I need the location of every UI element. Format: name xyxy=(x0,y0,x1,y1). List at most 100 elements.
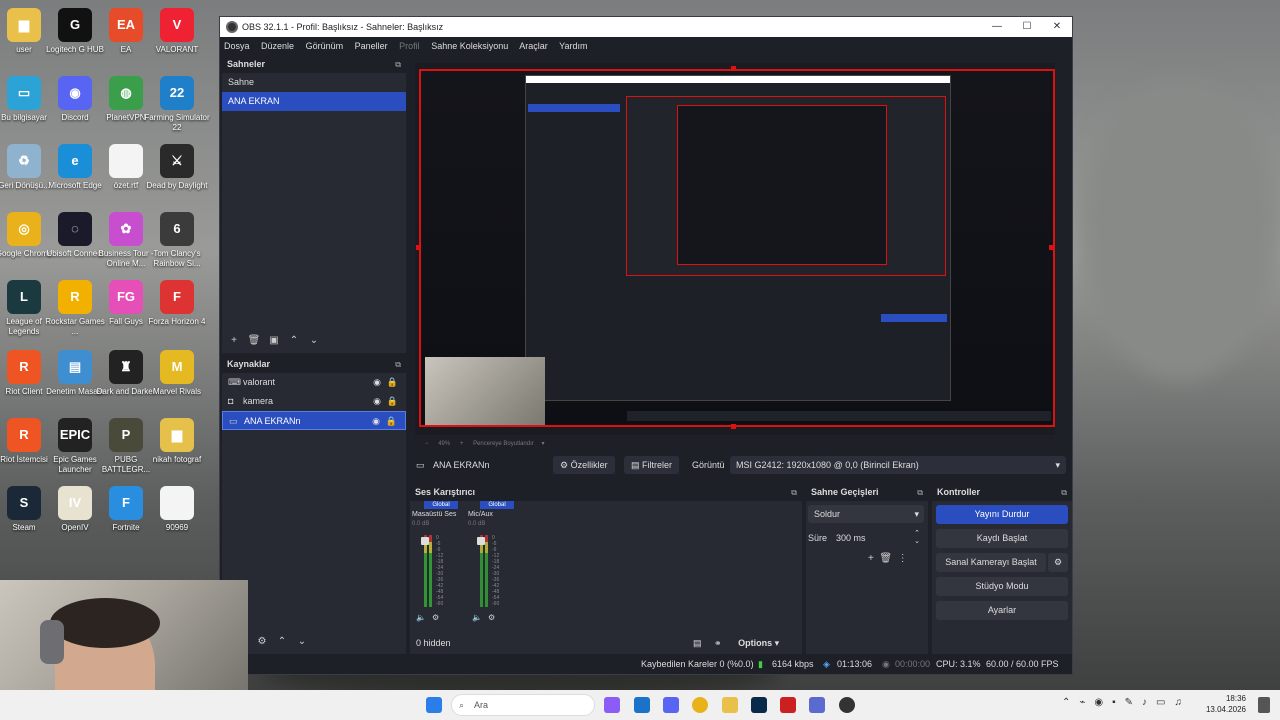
dock-float-icon[interactable]: ⧉ xyxy=(395,56,401,74)
more-options-icon[interactable]: ⋮ xyxy=(898,553,908,564)
explorer-taskbar-icon[interactable] xyxy=(722,697,738,713)
start-virtual-camera-button[interactable]: Sanal Kamerayı Başlat xyxy=(936,553,1046,572)
dock-float-icon[interactable]: ⧉ xyxy=(395,356,401,374)
preview-area[interactable] xyxy=(415,63,1055,435)
volume-slider[interactable] xyxy=(421,537,429,545)
discord-taskbar-icon[interactable] xyxy=(663,697,679,713)
teams-taskbar-icon[interactable] xyxy=(809,697,825,713)
obs-taskbar-icon[interactable] xyxy=(839,697,855,713)
photoshop-taskbar-icon[interactable] xyxy=(751,697,767,713)
start-recording-button[interactable]: Kaydı Başlat xyxy=(936,529,1068,548)
resize-handle[interactable] xyxy=(416,245,421,250)
visibility-eye-icon[interactable]: ◉ xyxy=(373,373,381,392)
menu-araclar[interactable]: Araçlar xyxy=(519,41,548,51)
zoom-in-icon[interactable]: + xyxy=(460,441,464,447)
mixer-link-icon[interactable]: ⚭ xyxy=(714,638,722,648)
lock-icon[interactable]: 🔒 xyxy=(387,392,398,411)
add-scene-icon[interactable]: + xyxy=(224,331,244,351)
source-item-selected[interactable]: ▭ ANA EKRANn ◉ 🔒 xyxy=(222,411,406,430)
audio-settings-icon[interactable]: ⚙ xyxy=(432,613,439,622)
desktop-icon-label: Discord xyxy=(61,113,89,122)
add-transition-icon[interactable]: + xyxy=(868,553,874,564)
resize-handle[interactable] xyxy=(731,424,736,429)
notifications-icon[interactable] xyxy=(1258,697,1270,713)
studio-mode-button[interactable]: Stüdyo Modu xyxy=(936,577,1068,596)
minimize-button[interactable]: — xyxy=(982,17,1012,37)
close-button[interactable]: ✕ xyxy=(1042,17,1072,37)
desktop-icon-valorant[interactable]: V VALORANT xyxy=(144,8,210,55)
audio-settings-icon[interactable]: ⚙ xyxy=(488,613,495,622)
zoom-out-icon[interactable]: − xyxy=(425,441,429,447)
mixer-layout-icon[interactable]: ▤ xyxy=(693,638,702,648)
display-value: MSI G2412: 1920x1080 @ 0,0 (Birincil Ekr… xyxy=(736,460,919,470)
filters-label: Filtreler xyxy=(642,460,673,470)
virtual-camera-settings-button[interactable]: ⚙ xyxy=(1048,553,1068,572)
maximize-button[interactable]: ☐ xyxy=(1012,17,1042,37)
resize-handle[interactable] xyxy=(1049,245,1054,250)
desktop-icon-farming-simulator[interactable]: 22 Farming Simulator 22 xyxy=(144,76,210,133)
menu-paneller[interactable]: Paneller xyxy=(355,41,388,51)
copilot-icon[interactable] xyxy=(604,697,620,713)
desktop-icon-dead-by-daylight[interactable]: ⚔ Dead by Daylight xyxy=(144,144,210,191)
chevron-down-icon[interactable]: ▾ xyxy=(775,638,780,648)
spin-down-icon[interactable]: ⌄ xyxy=(914,533,920,551)
start-icon[interactable] xyxy=(426,697,442,713)
clock[interactable]: 18:36 13.04.2026 xyxy=(1206,693,1246,715)
desktop-icon-nikah-fotograf[interactable]: ▆ nikah fotograf xyxy=(144,418,210,465)
dock-float-icon[interactable]: ⧉ xyxy=(791,484,797,502)
desktop-icon-forza-horizon[interactable]: F Forza Horizon 4 xyxy=(144,280,210,327)
move-up-icon[interactable]: ⌃ xyxy=(284,331,304,351)
fall-guys-icon: FG xyxy=(109,280,143,314)
system-tray[interactable]: ⌃⌁◉▪✎♪▭♫ xyxy=(1062,697,1191,708)
remove-transition-icon[interactable]: 🗑 xyxy=(879,553,892,564)
properties-button[interactable]: ⚙ Özellikler xyxy=(553,456,615,474)
desktop-icon-file-90969[interactable]: 90969 xyxy=(144,486,210,533)
nikah-fotograf-icon: ▆ xyxy=(160,418,194,452)
scene-filters-icon[interactable]: ▣ xyxy=(264,331,284,351)
chrome-taskbar-icon[interactable] xyxy=(692,697,708,713)
source-item[interactable]: ⌨ valorant ◉ 🔒 xyxy=(222,373,406,392)
desktop-icon-marvel-rivals[interactable]: M Marvel Rivals xyxy=(144,350,210,397)
scale-mode[interactable]: Pencereye Boyutlandır xyxy=(473,441,534,447)
preview-canvas[interactable] xyxy=(419,69,1055,427)
source-settings-icon[interactable]: ⚙ xyxy=(252,632,272,652)
display-select[interactable]: MSI G2412: 1920x1080 @ 0,0 (Birincil Ekr… xyxy=(730,456,1066,474)
move-down-icon[interactable]: ⌄ xyxy=(292,632,312,652)
menu-gorunum[interactable]: Görünüm xyxy=(306,41,344,51)
desktop-icon-rainbow-six[interactable]: 6 Tom Clancy's Rainbow Si... xyxy=(144,212,210,269)
filters-button[interactable]: ▤ Filtreler xyxy=(624,456,680,474)
transition-type-select[interactable]: Soldur ▾ xyxy=(808,505,924,523)
move-up-icon[interactable]: ⌃ xyxy=(272,632,292,652)
menu-profil[interactable]: Profil xyxy=(399,41,420,51)
menu-yardim[interactable]: Yardım xyxy=(559,41,587,51)
visibility-eye-icon[interactable]: ◉ xyxy=(372,412,380,431)
mute-icon[interactable]: 🔈 xyxy=(416,613,426,622)
chevron-down-icon[interactable]: ▾ xyxy=(541,441,544,447)
lock-icon[interactable]: 🔒 xyxy=(386,412,397,431)
channel-name[interactable]: Masaüstü Ses xyxy=(412,510,456,520)
menu-sahne-koleksiyonu[interactable]: Sahne Koleksiyonu xyxy=(431,41,508,51)
move-down-icon[interactable]: ⌄ xyxy=(304,331,324,351)
taskview-icon[interactable] xyxy=(634,697,650,713)
stop-streaming-button[interactable]: Yayını Durdur xyxy=(936,505,1068,524)
resize-handle[interactable] xyxy=(731,66,736,71)
menu-duzenle[interactable]: Düzenle xyxy=(261,41,294,51)
settings-button[interactable]: Ayarlar xyxy=(936,601,1068,620)
duration-spinbox[interactable]: 300 ms ⌃ ⌄ xyxy=(830,529,924,547)
scenes-toolbar: + 🗑 ▣ ⌃ ⌄ xyxy=(224,331,324,351)
channel-name[interactable]: Mic/Aux xyxy=(468,510,493,520)
adobe-taskbar-icon[interactable] xyxy=(780,697,796,713)
options-button[interactable]: Options xyxy=(738,638,772,648)
taskbar-search[interactable]: ⌕ Ara xyxy=(451,694,595,716)
dock-float-icon[interactable]: ⧉ xyxy=(917,484,923,502)
mute-icon[interactable]: 🔈 xyxy=(472,613,482,622)
volume-slider[interactable] xyxy=(477,537,485,545)
visibility-eye-icon[interactable]: ◉ xyxy=(373,392,381,411)
scene-item[interactable]: Sahne xyxy=(222,73,406,92)
remove-scene-icon[interactable]: 🗑 xyxy=(244,331,264,351)
scene-item-selected[interactable]: ANA EKRAN xyxy=(222,92,406,111)
source-item[interactable]: ◘ kamera ◉ 🔒 xyxy=(222,392,406,411)
menu-dosya[interactable]: Dosya xyxy=(224,41,250,51)
dock-float-icon[interactable]: ⧉ xyxy=(1061,484,1067,502)
lock-icon[interactable]: 🔒 xyxy=(387,373,398,392)
